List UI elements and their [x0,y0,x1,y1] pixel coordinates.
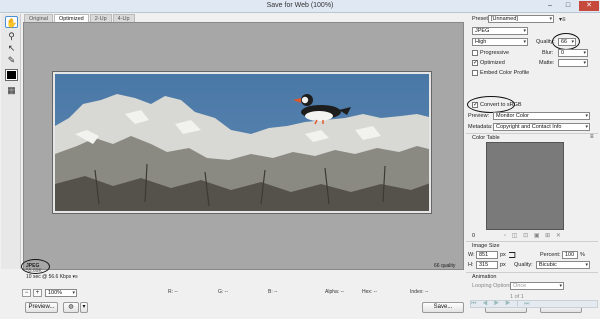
divider [466,272,598,273]
percent-label: Percent: [540,252,561,258]
optimized-checkbox[interactable]: ✓ [472,60,478,66]
percent-unit: % [580,252,585,258]
blur-input[interactable]: 0 [558,49,588,57]
blur-value: 0 [561,50,565,56]
blur-label: Blur: [542,50,554,56]
close-button[interactable]: ✕ [579,1,599,11]
animation-title: Animation [472,274,497,280]
tool-column: ✋ ⚲ ↖ ✎ ▦ [1,14,21,269]
width-input[interactable]: 851 [476,251,498,259]
quality-readout: 66 quality [434,263,456,269]
readout-b: B: -- [268,289,278,295]
height-label: H: [468,262,474,268]
window-title: Save for Web (100%) [266,2,334,9]
readout-index: Index: -- [410,289,429,295]
divider [466,241,598,242]
zoom-out-button[interactable]: − [22,289,31,297]
annotation-circle-convert [467,96,515,113]
image-size-title: Image Size [472,243,500,249]
resample-quality-select[interactable]: Bicubic [536,261,590,269]
settings-menu-icon[interactable]: ▾≡ [559,16,566,23]
constrain-link-icon[interactable]: ⊐ [508,251,516,261]
slice-select-tool-icon[interactable]: ↖ [5,42,18,54]
looping-select[interactable]: Once [510,282,564,290]
hand-tool-icon[interactable]: ✋ [5,16,18,28]
format-select[interactable]: JPEG [472,27,528,35]
tab-optimized[interactable]: Optimized [53,14,89,22]
preset-select[interactable]: [Unnamed] [488,15,554,23]
progressive-label: Progressive [480,50,510,56]
embed-profile-label: Embed Color Profile [480,70,530,76]
metadata-value: Copyright and Contact Info [496,124,562,130]
zoom-in-button[interactable]: + [33,289,42,297]
eyedropper-tool-icon[interactable]: ✎ [5,54,18,66]
maximize-button[interactable]: □ [561,1,575,11]
zoom-level-select[interactable]: 100% [45,289,77,297]
width-label: W: [468,252,475,258]
download-time-readout: 10 sec @ 56.6 Kbps ▾≡ [26,274,78,280]
width-value: 851 [479,252,489,258]
height-input[interactable]: 315 [476,261,498,269]
percent-value: 100 [565,252,575,258]
matte-label: Matte: [539,60,555,66]
toggle-slices-icon[interactable]: ▦ [5,84,18,96]
preset-label: Preset: [472,16,490,22]
puffin-photo [55,74,429,211]
format-value: JPEG [475,28,490,34]
save-button[interactable]: Save... [422,302,464,313]
readout-r: R: -- [168,289,178,295]
download-time-text: 10 sec @ 56.6 Kbps [26,274,72,280]
compression-select[interactable]: High [472,38,528,46]
settings-panel: Preset: [Unnamed] ▾≡ JPEG High Quality: … [466,14,599,317]
tab-original[interactable]: Original [24,14,53,22]
looping-value: Once [513,283,527,289]
resample-quality-value: Bicubic [539,262,557,268]
view-tabs: Original Optimized 2-Up 4-Up [24,14,136,22]
metadata-label: Metadata: [468,124,493,130]
title-bar: Save for Web (100%) – □ ✕ [0,0,600,13]
percent-input[interactable]: 100 [562,251,578,259]
progressive-checkbox[interactable] [472,50,478,56]
height-value: 315 [479,262,489,268]
readout-hex: Hex: -- [362,289,377,295]
browser-preview-button[interactable]: ◍ [63,302,79,313]
minimize-button[interactable]: – [543,1,557,11]
eyedropper-color-swatch[interactable] [5,69,18,81]
readout-alpha: Alpha: -- [325,289,344,295]
width-unit: px [500,252,506,258]
tab-4-up[interactable]: 4-Up [112,14,135,22]
color-table-menu-icon[interactable]: ≡ [590,134,594,140]
zoom-tool-icon[interactable]: ⚲ [5,30,18,42]
animation-controls[interactable]: ⏮◀▶▶|⏭ [470,300,598,308]
browser-icon: ◍ [68,304,74,310]
color-table[interactable] [486,142,564,230]
preset-value: [Unnamed] [491,16,518,22]
color-table-buttons[interactable]: ▫ ◫ ⊡ ▣ ⊞ ✕ [504,232,563,239]
divider [466,133,598,134]
preview-mode-select[interactable]: Monitor Color [493,112,590,120]
embed-profile-checkbox[interactable] [472,70,478,76]
color-table-title: Color Table [472,135,500,141]
height-unit: px [500,262,506,268]
zoom-level-value: 100% [48,290,63,296]
compression-value: High [475,39,487,45]
preview-image [52,71,432,214]
color-count: 0 [472,233,476,239]
preview-button[interactable]: Preview... [25,302,58,313]
tab-2-up[interactable]: 2-Up [89,14,112,22]
annotation-circle-quality [552,33,580,50]
matte-select[interactable] [558,59,588,67]
readout-g: G: -- [218,289,228,295]
preview-mode-value: Monitor Color [496,113,530,119]
chevron-down-icon: ▾ [82,304,86,310]
preview-mode-label: Preview: [468,113,490,119]
looping-label: Looping Options: [472,283,514,289]
annotation-circle-format [21,259,50,274]
download-menu-icon[interactable]: ▾≡ [73,274,78,280]
browser-menu-button[interactable]: ▾ [80,302,88,313]
optimized-label: Optimized [480,60,505,66]
resample-quality-label: Quality: [514,262,533,268]
metadata-select[interactable]: Copyright and Contact Info [493,123,590,131]
